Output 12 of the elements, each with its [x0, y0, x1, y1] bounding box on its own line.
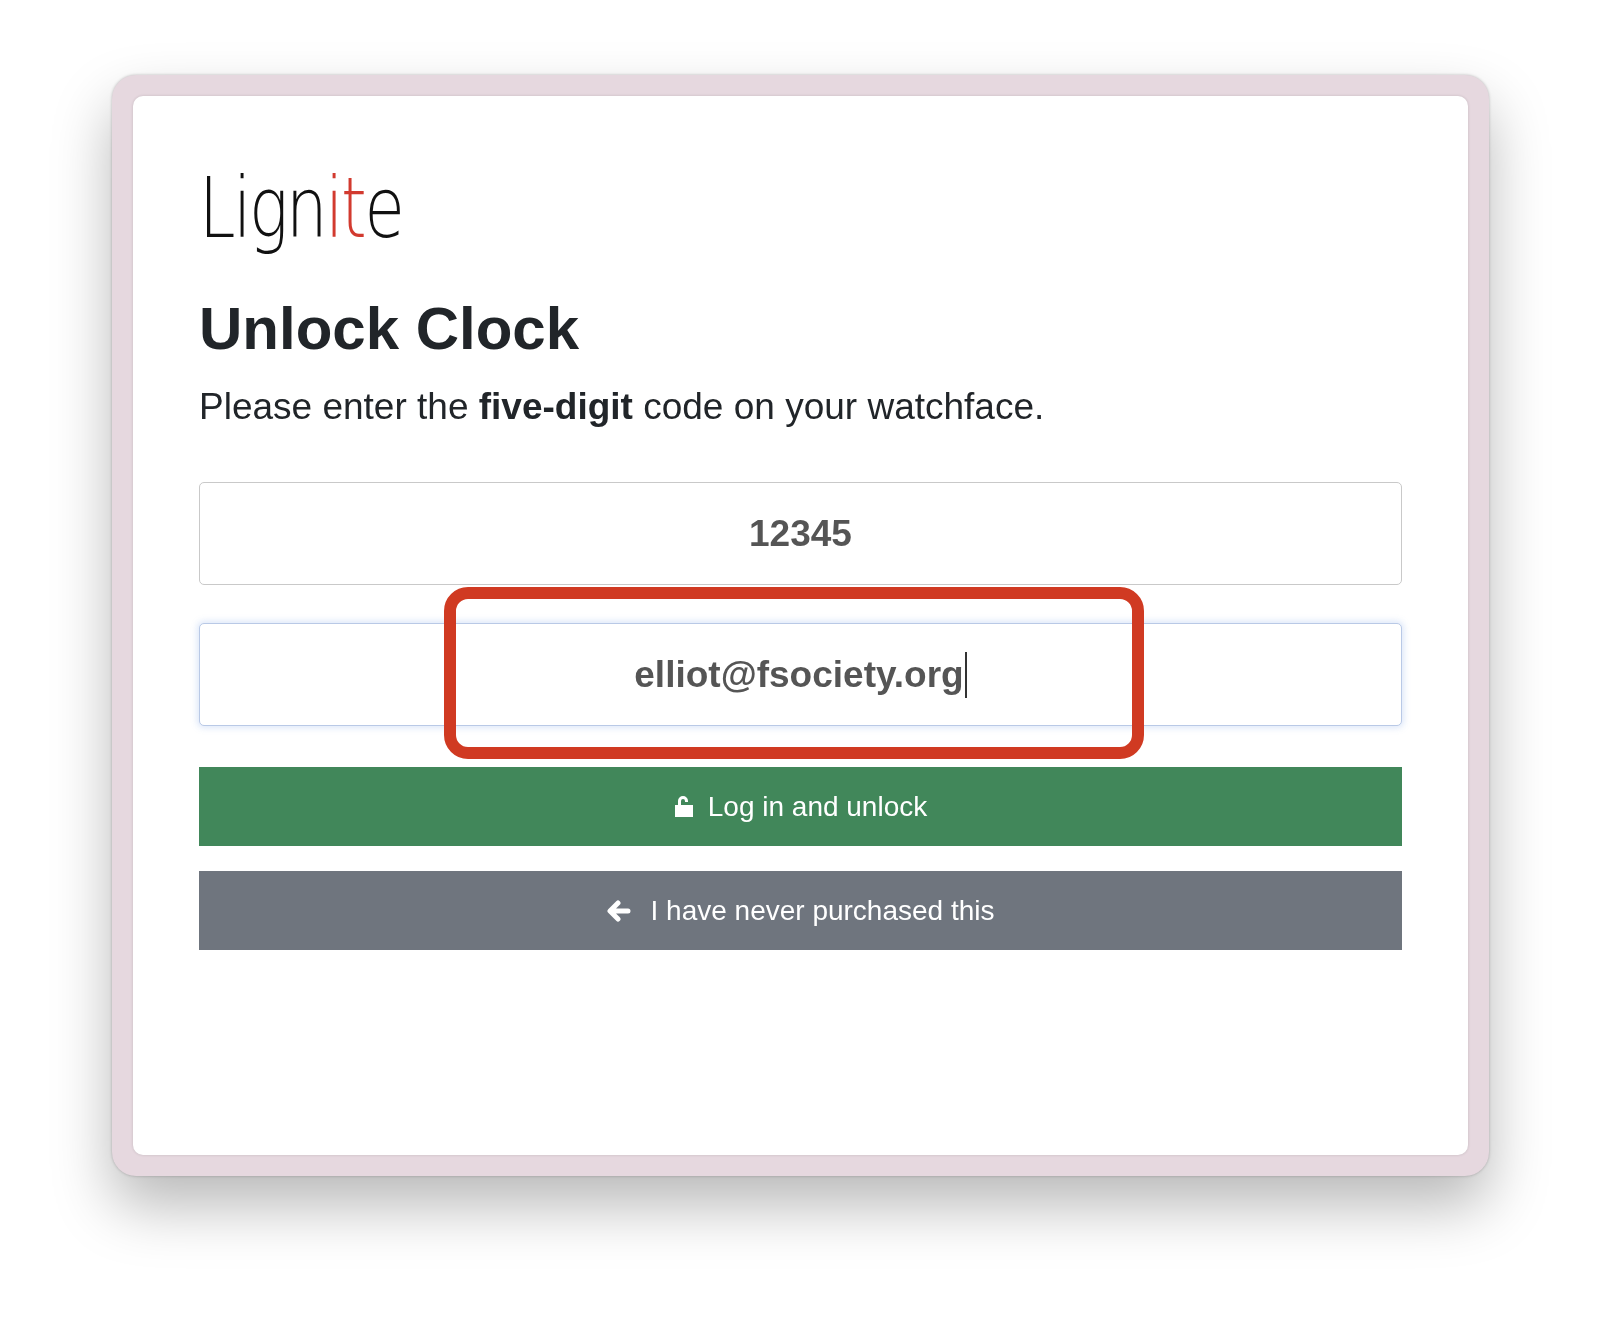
instruction-text: Please enter the five-digit code on your watchface. [199, 386, 1046, 428]
text-cursor [964, 651, 967, 698]
back-button[interactable]: I have never purchased this [199, 871, 1402, 950]
unlock-icon [673, 794, 694, 819]
input-field[interactable]: elliot@fsociety.org [199, 623, 1402, 726]
logo: Lignite [199, 158, 403, 258]
field-value: elliot@fsociety.org [634, 653, 964, 696]
input-field[interactable]: 12345 [199, 482, 1402, 585]
unlock-button[interactable]: Log in and unlock [199, 767, 1402, 846]
arrow-left-icon [606, 899, 631, 922]
field-value: 12345 [749, 512, 852, 555]
page-title: Unlock Clock [199, 294, 581, 364]
